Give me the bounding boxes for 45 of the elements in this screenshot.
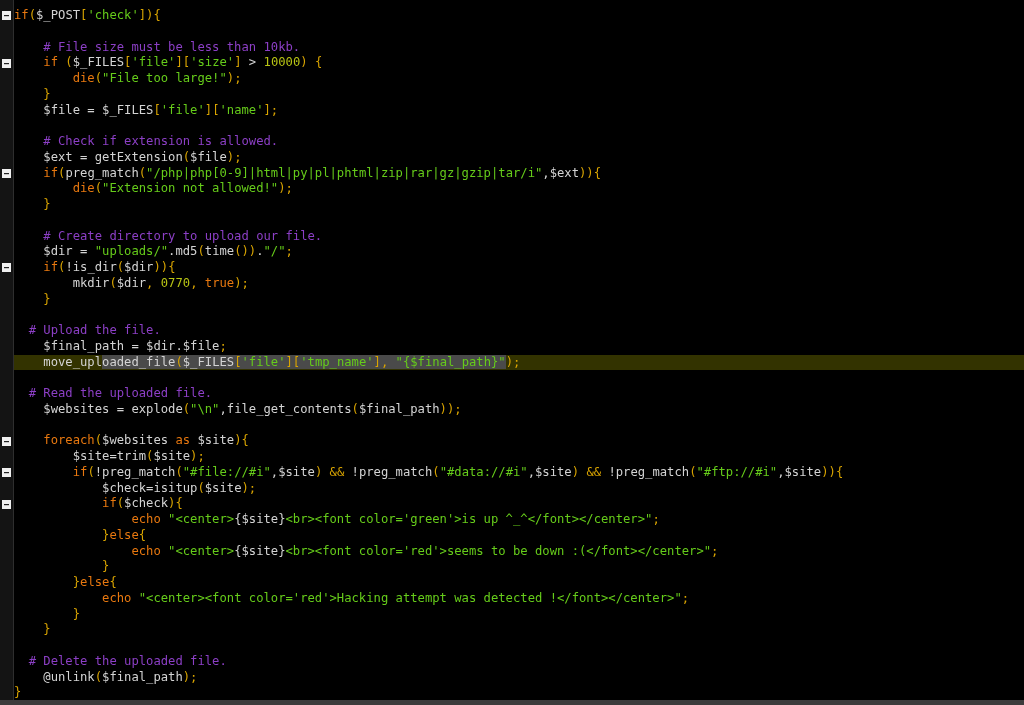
code-line: echo "<center>{$site}<br><font color='green'>is up ^_^</font></center>"; bbox=[130, 512, 660, 528]
code-line: } bbox=[42, 86, 51, 103]
code-line: }else{ bbox=[101, 527, 147, 544]
code-comment: # Check if extension is allowed. bbox=[42, 134, 279, 150]
code-line: } bbox=[101, 559, 110, 575]
code-line: } bbox=[42, 197, 51, 213]
collapse-icon[interactable] bbox=[2, 468, 11, 478]
code-line: }else{ bbox=[71, 575, 117, 591]
code-line: $dir = "uploads/".md5(time())."/"; bbox=[42, 244, 293, 260]
code-comment: # Create directory to upload our file. bbox=[42, 228, 323, 245]
code-line: if($check){ bbox=[101, 496, 183, 512]
code-line: if(!is_dir($dir)){ bbox=[42, 260, 176, 276]
code-line: if(preg_match("/php|php[0-9]|html|py|pl|phtml|zip|rar|gz|gzip|tar/i",$ext)){ bbox=[42, 165, 602, 182]
collapse-icon[interactable] bbox=[2, 58, 11, 68]
code-line: } bbox=[42, 291, 51, 308]
code-line: echo "<center>{$site}<br><font color='red'>seems to be down :(</font></center>"; bbox=[130, 543, 719, 560]
code-line: @unlink($final_path); bbox=[42, 669, 198, 686]
code-line: mkdir($dir, 0770, true); bbox=[71, 275, 249, 292]
collapse-icon[interactable] bbox=[2, 168, 11, 178]
code-comment: # Read the uploaded file. bbox=[27, 386, 213, 402]
collapse-icon[interactable] bbox=[2, 263, 11, 273]
code-line: move_uploaded_file($_FILES['file']['tmp_name'], "{$final_path}"); bbox=[42, 354, 521, 371]
code-line: $ext = getExtension($file); bbox=[42, 149, 242, 166]
code-line: echo "<center><font color='red'>Hacking attempt was detected !</font></center>"; bbox=[101, 590, 690, 607]
code-comment: # Delete the uploaded file. bbox=[27, 653, 227, 670]
code-line: $site=trim($site); bbox=[71, 449, 205, 465]
code-comment: # Upload the file. bbox=[27, 323, 161, 339]
code-line: $file = $_FILES['file']['name']; bbox=[42, 102, 279, 119]
code-line: } bbox=[42, 622, 51, 638]
code-line: } bbox=[71, 606, 81, 623]
code-line: if($_POST['check']){ bbox=[14, 8, 161, 24]
code-line: if(!preg_match("#file://#i",$site) && !preg_match("#data://#i",$site) && !preg_match("#ftp://#i",$site)){ bbox=[71, 464, 844, 481]
collapse-icon[interactable] bbox=[2, 11, 11, 21]
code-line: foreach($websites as $site){ bbox=[42, 433, 249, 449]
code-line: $check=isitup($site); bbox=[101, 480, 257, 497]
code-line: } bbox=[14, 685, 22, 701]
code-line: if ($_FILES['file']['size'] > 10000) { bbox=[42, 55, 323, 71]
code-line: $final_path = $dir.$file; bbox=[42, 338, 227, 355]
horizontal-scrollbar[interactable] bbox=[0, 700, 1024, 705]
code-line: die("File too large!"); bbox=[71, 71, 242, 87]
collapse-icon[interactable] bbox=[2, 499, 11, 509]
collapse-icon[interactable] bbox=[2, 436, 11, 446]
code-comment: # File size must be less than 10kb. bbox=[42, 39, 301, 56]
code-line: die("Extension not allowed!"); bbox=[71, 181, 293, 197]
code-line: $websites = explode("\n",file_get_contents($final_path)); bbox=[42, 401, 462, 418]
